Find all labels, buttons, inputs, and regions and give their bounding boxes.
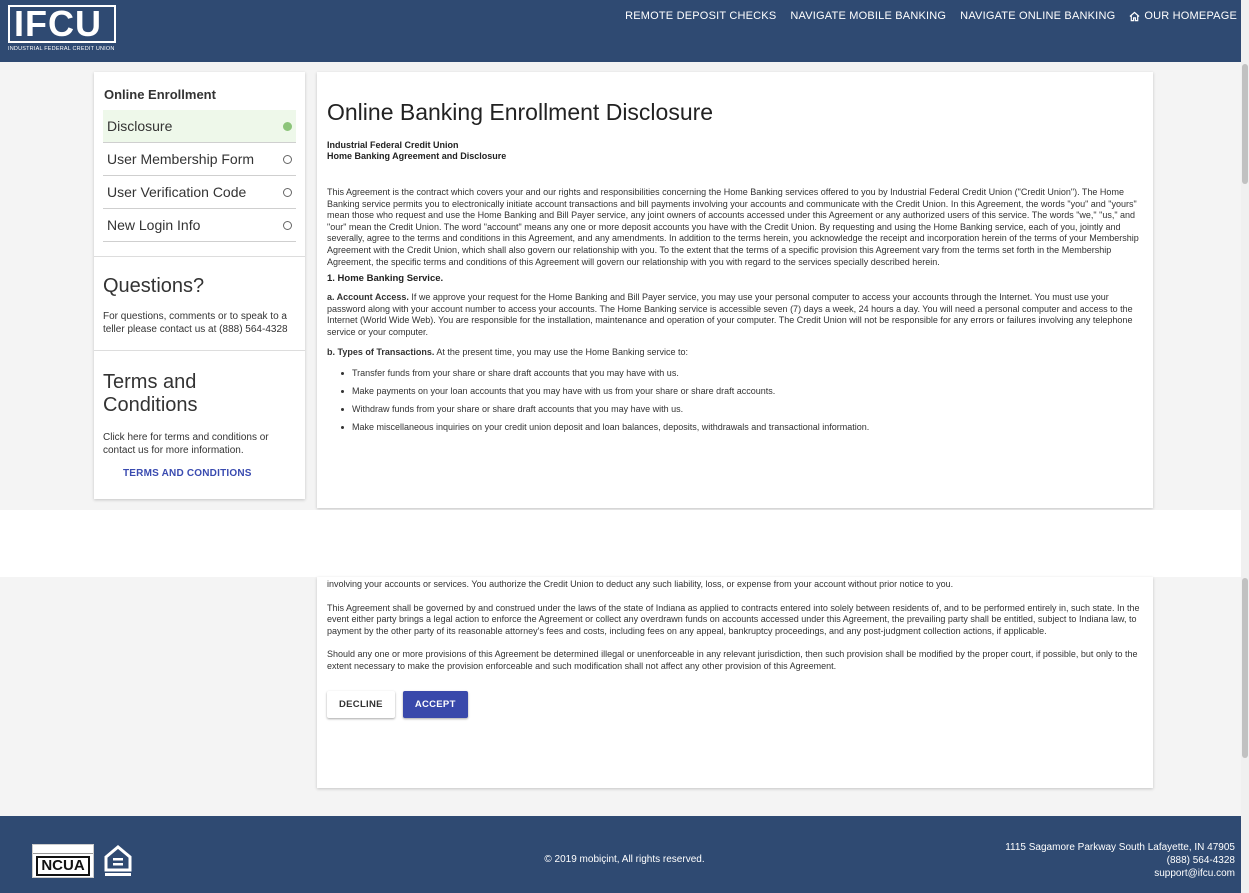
governing-law-paragraph: This Agreement shall be governed by and … <box>327 602 1140 636</box>
step-pending-indicator-icon <box>283 154 292 164</box>
disclosure-panel-end[interactable]: involving your accounts or services. You… <box>317 577 1153 788</box>
terms-and-conditions-link[interactable]: TERMS AND CONDITIONS <box>123 468 296 479</box>
top-navigation: REMOTE DEPOSIT CHECKS NAVIGATE MOBILE BA… <box>625 10 1237 22</box>
org-name: Industrial Federal Credit Union <box>327 140 459 150</box>
agreement-name: Home Banking Agreement and Disclosure <box>327 151 507 161</box>
types-text: At the present time, you may use the Hom… <box>436 346 688 357</box>
ncua-badge-top <box>33 845 93 854</box>
terms-text: Click here for terms and conditions or c… <box>103 432 269 456</box>
nav-label: REMOTE DEPOSIT CHECKS <box>625 10 777 22</box>
intro-paragraph: This Agreement is the contract which cov… <box>327 187 1139 267</box>
sidebar-heading: Online Enrollment <box>104 87 216 102</box>
list-item: Withdraw funds from your share or share … <box>341 400 1143 418</box>
accept-button[interactable]: ACCEPT <box>402 690 468 718</box>
severability-paragraph: Should any one or more provisions of thi… <box>327 649 1138 671</box>
nav-online-banking[interactable]: NAVIGATE ONLINE BANKING <box>960 10 1115 22</box>
footer-email[interactable]: support@ifcu.com <box>1005 867 1235 880</box>
footer: NCUA © 2019 mobiçint, All rights reserve… <box>0 816 1249 893</box>
list-item: Make miscellaneous inquiries on your cre… <box>341 418 1143 436</box>
nav-mobile-banking[interactable]: NAVIGATE MOBILE BANKING <box>790 10 946 22</box>
types-paragraph: b. Types of Transactions. At the present… <box>327 347 1143 359</box>
logo-subtitle: INDUSTRIAL FEDERAL CREDIT UNION <box>8 46 115 52</box>
terms-block: Terms and Conditions Click here for term… <box>94 350 305 499</box>
step-disclosure[interactable]: Disclosure <box>103 110 296 143</box>
step-label: User Membership Form <box>107 151 255 167</box>
nav-label: NAVIGATE MOBILE BANKING <box>790 10 947 22</box>
questions-block: Questions? For questions, comments or to… <box>94 256 305 350</box>
step-new-login-info[interactable]: New Login Info <box>103 209 296 242</box>
questions-text: For questions, comments or to speak to a… <box>103 311 288 335</box>
nav-label: NAVIGATE ONLINE BANKING <box>960 10 1116 22</box>
disclosure-panel[interactable]: Online Banking Enrollment Disclosure Ind… <box>317 72 1153 508</box>
account-access-paragraph: a. Account Access. If we approve your re… <box>327 292 1143 338</box>
enforcement-paragraph: involving your accounts or services. You… <box>327 579 954 589</box>
section-heading: 1. Home Banking Service. <box>327 273 444 285</box>
step-pending-indicator-icon <box>283 187 292 197</box>
list-item: Transfer funds from your share or share … <box>341 364 1143 382</box>
questions-title: Questions? <box>103 275 205 297</box>
nav-label: OUR HOMEPAGE <box>1144 10 1237 22</box>
agreement-actions: DECLINE ACCEPT <box>327 690 1143 718</box>
step-label: Disclosure <box>107 118 173 134</box>
nav-our-homepage[interactable]: OUR HOMEPAGE <box>1129 10 1237 22</box>
account-access-label: a. Account Access. <box>327 292 409 303</box>
step-pending-indicator-icon <box>283 220 292 230</box>
terms-title: Terms and Conditions <box>103 371 198 416</box>
screenshot-gap <box>0 510 1249 577</box>
page-scrollbar[interactable] <box>1241 0 1249 893</box>
scrollbar-thumb[interactable] <box>1242 64 1248 184</box>
types-label: b. Types of Transactions. <box>327 346 435 357</box>
decline-button[interactable]: DECLINE <box>327 690 395 718</box>
step-user-verification-code[interactable]: User Verification Code <box>103 176 296 209</box>
enrollment-steps: Disclosure User Membership Form User Ver… <box>94 110 305 242</box>
top-bar: IFCU INDUSTRIAL FEDERAL CREDIT UNION REM… <box>0 0 1249 62</box>
list-item: Make payments on your loan accounts that… <box>341 382 1143 400</box>
contact-info: 1115 Sagamore Parkway South Lafayette, I… <box>1005 841 1235 880</box>
scrollbar-thumb[interactable] <box>1242 578 1248 758</box>
home-icon <box>1129 11 1140 21</box>
logo-mark: IFCU <box>8 5 116 43</box>
nav-remote-deposit-checks[interactable]: REMOTE DEPOSIT CHECKS <box>625 10 776 22</box>
step-label: New Login Info <box>107 217 201 233</box>
page-title: Online Banking Enrollment Disclosure <box>327 99 714 125</box>
step-user-membership-form[interactable]: User Membership Form <box>103 143 296 176</box>
enrollment-sidebar: Online Enrollment Disclosure User Member… <box>94 72 305 499</box>
account-access-text: If we approve your request for the Home … <box>327 292 1133 337</box>
footer-address: 1115 Sagamore Parkway South Lafayette, I… <box>1005 842 1235 853</box>
ifcu-logo[interactable]: IFCU INDUSTRIAL FEDERAL CREDIT UNION <box>8 5 158 57</box>
agreement-heading: Industrial Federal Credit Union Home Ban… <box>327 140 1143 162</box>
step-label: User Verification Code <box>107 184 247 200</box>
step-complete-indicator-icon <box>283 121 292 131</box>
footer-phone: (888) 564-4328 <box>1166 855 1235 866</box>
transaction-types-list: Transfer funds from your share or share … <box>327 364 1143 436</box>
